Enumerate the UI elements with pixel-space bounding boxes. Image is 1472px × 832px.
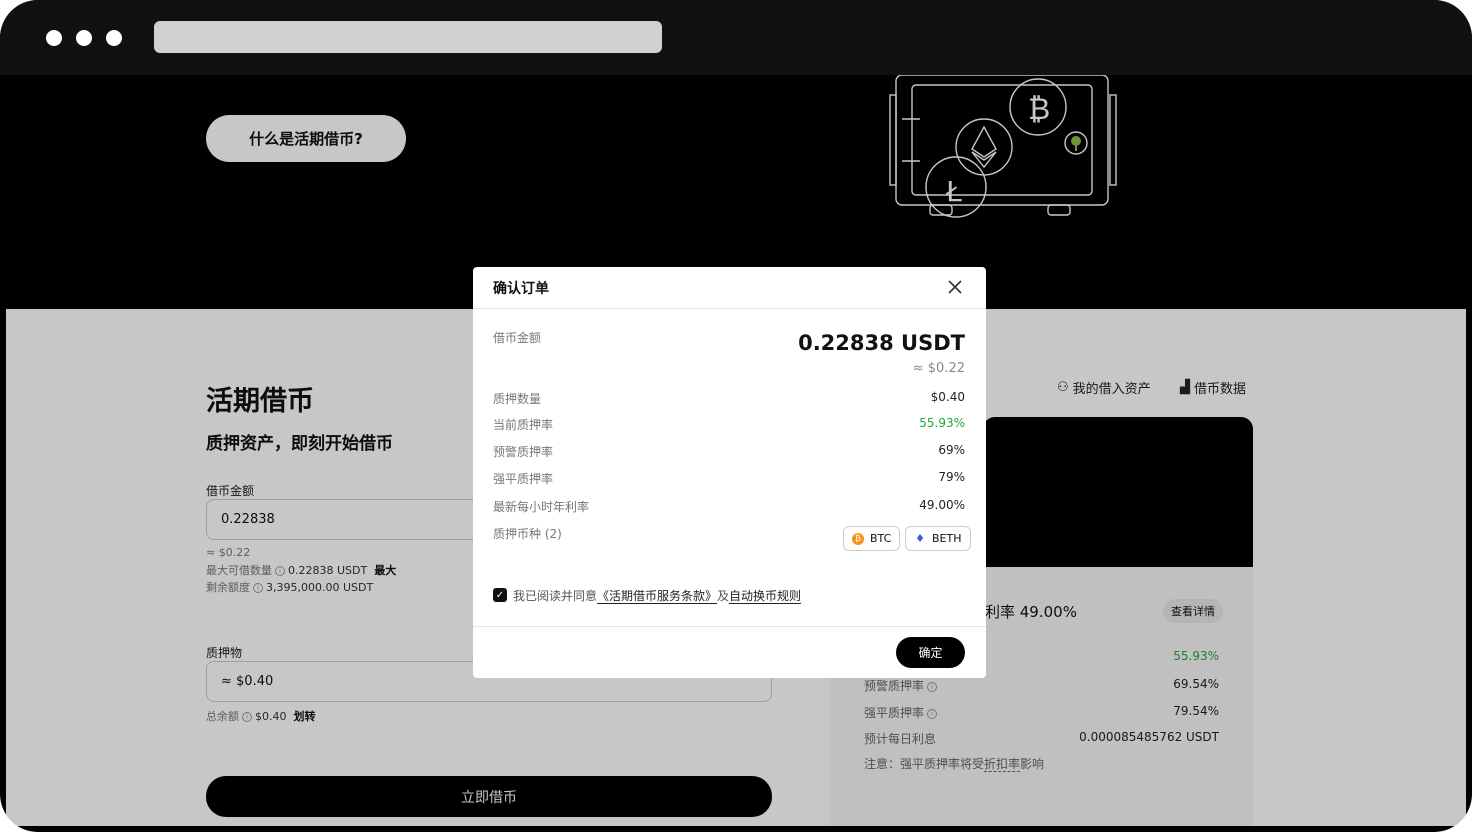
window-close-dot[interactable] bbox=[46, 30, 62, 46]
window-maximize-dot[interactable] bbox=[106, 30, 122, 46]
liquidation-ltv-label: 强平质押率 bbox=[493, 472, 554, 486]
borrow-amount-value: 0.22838 USDT bbox=[798, 331, 965, 355]
close-icon[interactable] bbox=[945, 277, 965, 297]
browser-titlebar bbox=[0, 0, 1472, 75]
hourly-rate-value: 49.00% bbox=[919, 498, 965, 512]
confirm-button[interactable]: 确定 bbox=[896, 637, 965, 668]
browser-window: 什么是活期借币? ₿ Ł 活期借币 质押资产，即刻开始借币 借币金额 0.228… bbox=[0, 0, 1472, 832]
liquidation-ltv-value: 79% bbox=[938, 470, 965, 484]
borrow-amount-label: 借币金额 bbox=[493, 331, 542, 345]
confirm-order-dialog: 确认订单 借币金额 0.22838 USDT ≈ $0.22 质押数量 $0.4… bbox=[473, 267, 986, 678]
address-bar[interactable] bbox=[154, 21, 662, 53]
coin-tag-beth: ♦ BETH bbox=[905, 526, 971, 551]
agree-terms-checkbox[interactable]: ✓ bbox=[493, 588, 507, 602]
borrow-amount-approx: ≈ $0.22 bbox=[912, 361, 965, 376]
collateral-amount-value: $0.40 bbox=[930, 390, 965, 404]
dialog-footer-divider bbox=[473, 626, 986, 627]
margin-call-ltv-label: 预警质押率 bbox=[493, 445, 554, 459]
page-viewport: 什么是活期借币? ₿ Ł 活期借币 质押资产，即刻开始借币 借币金额 0.228… bbox=[6, 75, 1466, 826]
dialog-title: 确认订单 bbox=[493, 281, 549, 297]
current-ltv-value: 55.93% bbox=[919, 416, 965, 430]
collateral-amount-label: 质押数量 bbox=[493, 392, 542, 406]
hourly-rate-label: 最新每小时年利率 bbox=[493, 500, 590, 514]
ethereum-icon: ♦ bbox=[914, 532, 926, 545]
window-minimize-dot[interactable] bbox=[76, 30, 92, 46]
margin-call-ltv-value: 69% bbox=[938, 443, 965, 457]
service-terms-link[interactable]: 《活期借币服务条款》 bbox=[597, 589, 718, 604]
dialog-header: 确认订单 bbox=[473, 267, 986, 309]
current-ltv-label: 当前质押率 bbox=[493, 418, 554, 432]
collateral-coins-label: 质押币种 (2) bbox=[493, 527, 562, 541]
auto-swap-rules-link[interactable]: 自动换币规则 bbox=[729, 589, 802, 604]
bitcoin-icon: ₿ bbox=[852, 532, 864, 545]
agree-terms-text: 我已阅读并同意《活期借币服务条款》及自动换币规则 bbox=[513, 589, 802, 604]
coin-tag-btc: ₿ BTC bbox=[843, 526, 901, 551]
